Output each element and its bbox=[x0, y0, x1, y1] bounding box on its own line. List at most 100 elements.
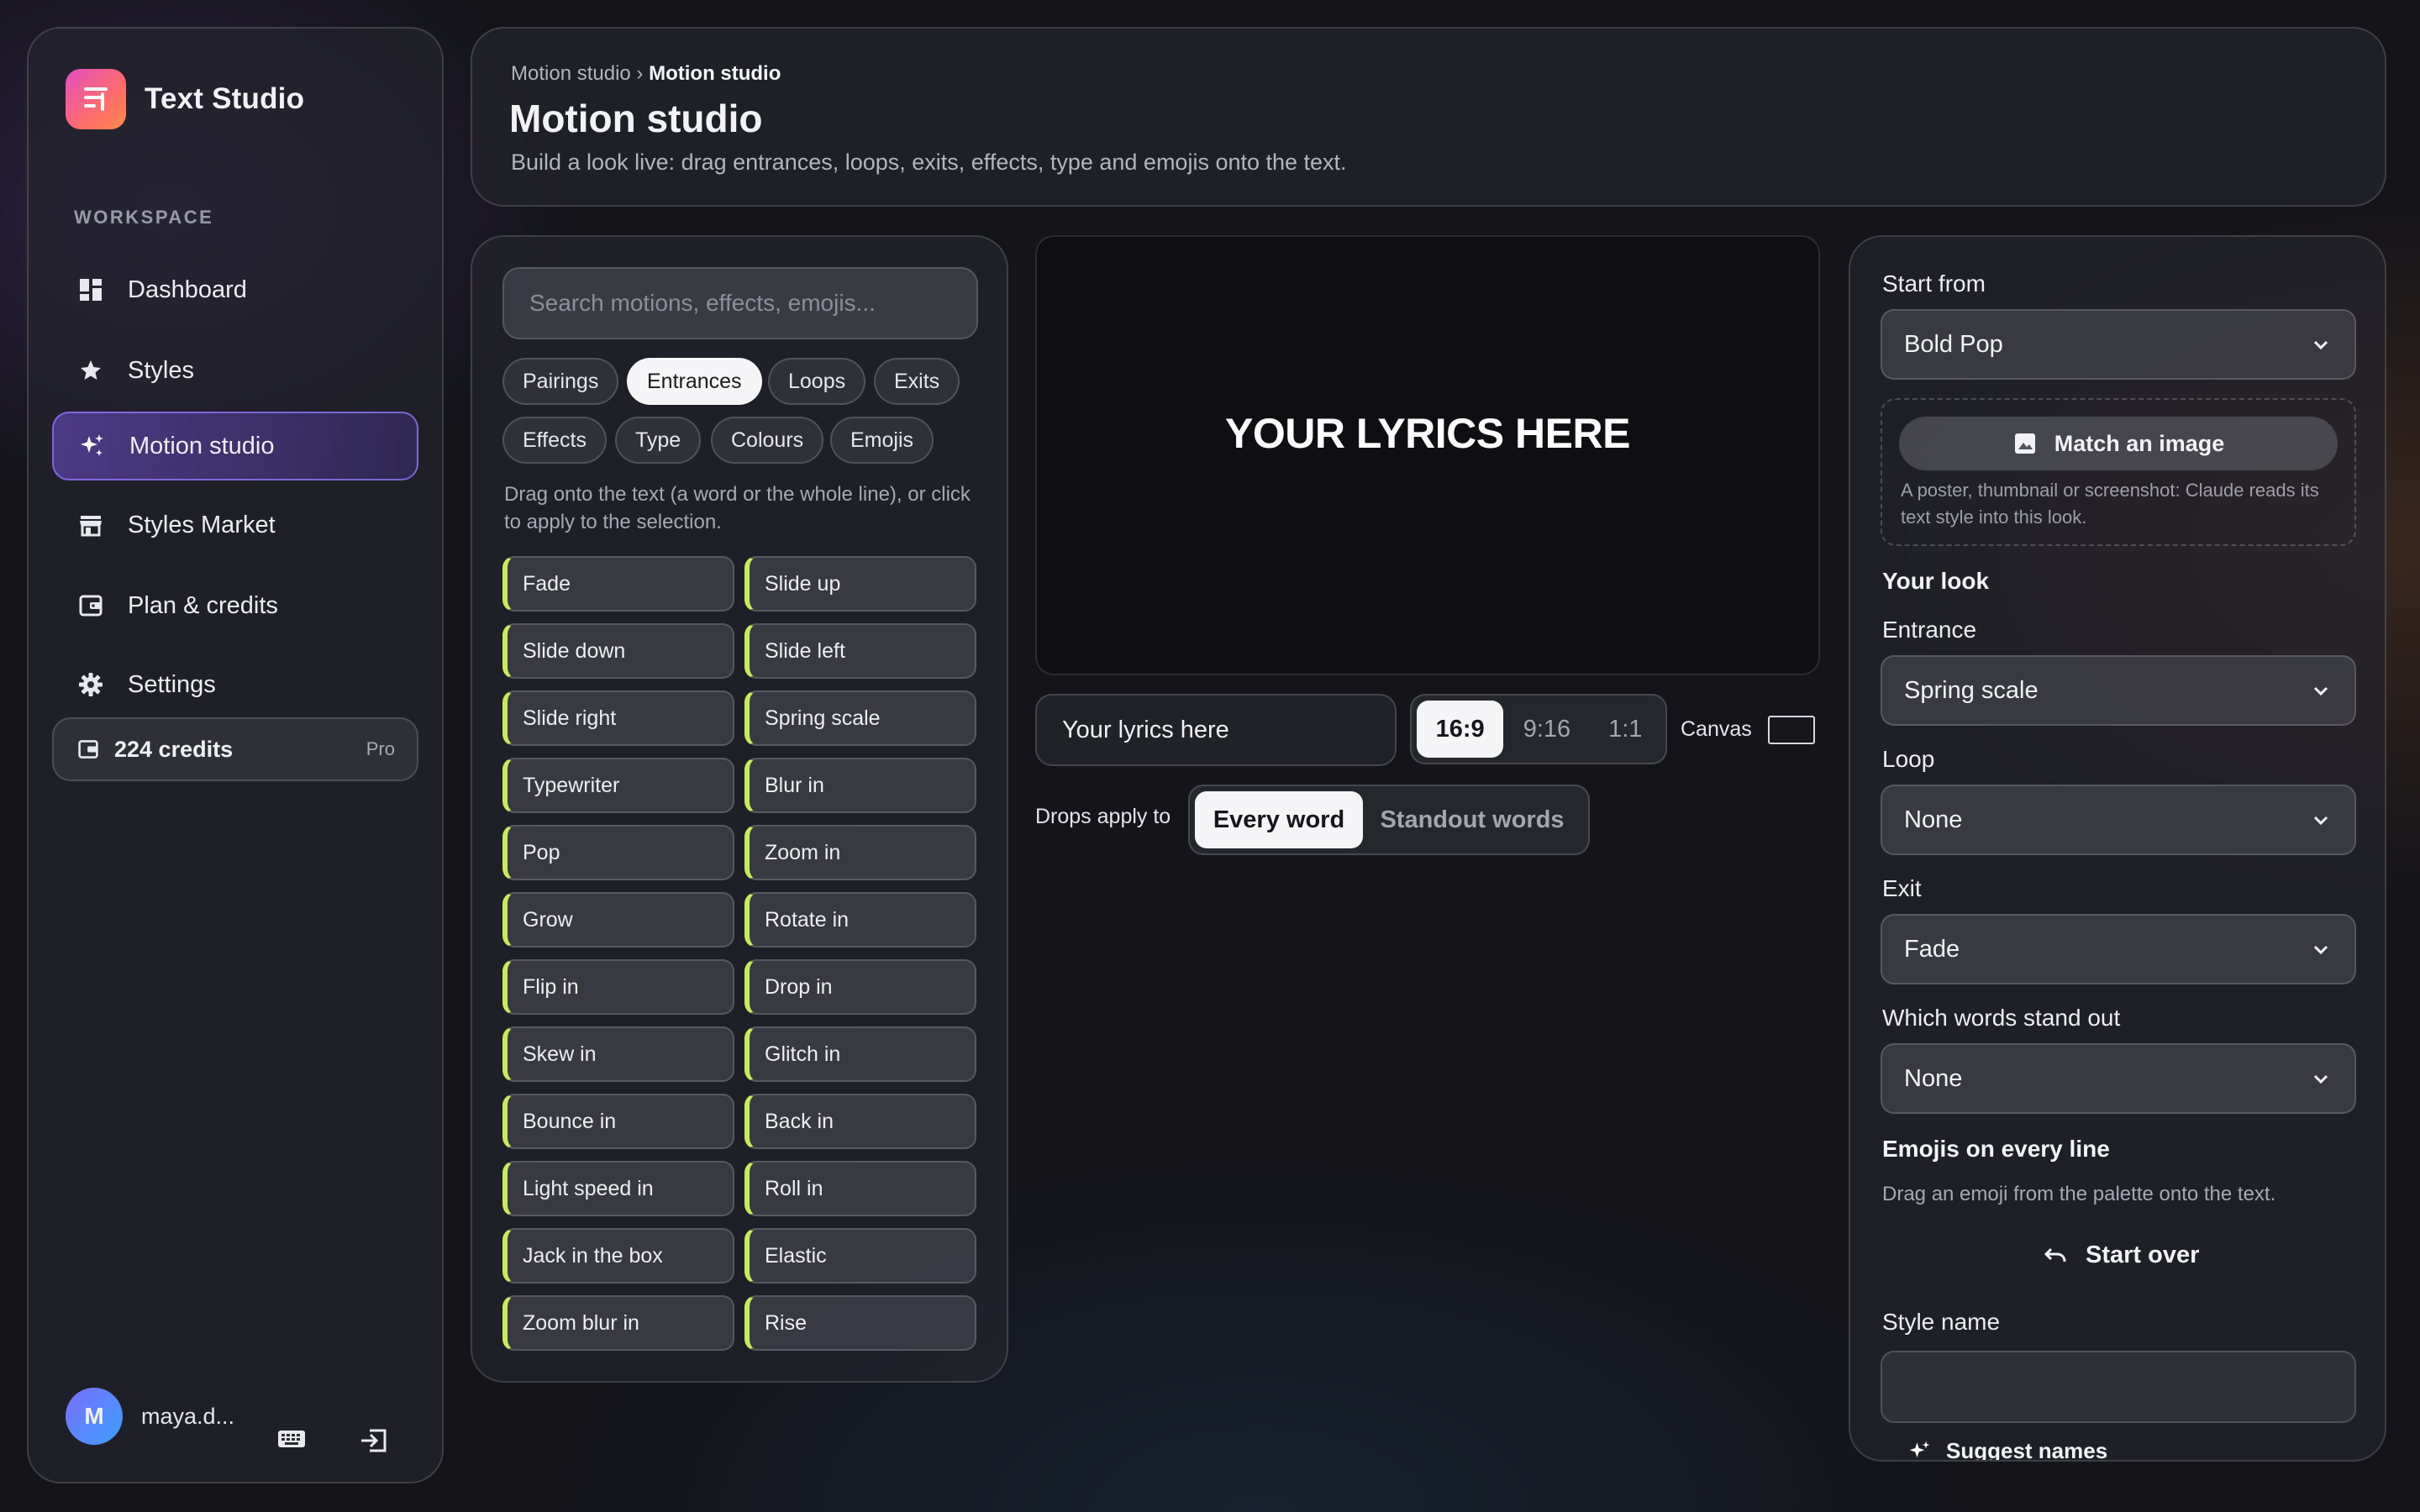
ratio-1-1-button[interactable]: 1:1 bbox=[1591, 701, 1660, 758]
breadcrumb-current: Motion studio bbox=[649, 62, 781, 85]
canvas-color-label: Canvas bbox=[1681, 717, 1752, 741]
preview-canvas[interactable]: YOUR LYRICS HERE bbox=[1035, 235, 1820, 675]
motion-item[interactable]: Typewriter bbox=[502, 758, 734, 813]
entrance-select[interactable]: Spring scale bbox=[1881, 655, 2356, 726]
motion-item[interactable]: Slide right bbox=[502, 690, 734, 746]
exit-select[interactable]: Fade bbox=[1881, 914, 2356, 984]
motion-item[interactable]: Slide left bbox=[744, 623, 976, 679]
palette-hint: Drag onto the text (a word or the whole … bbox=[504, 483, 971, 533]
sidebar-item-styles-market[interactable]: Styles Market bbox=[52, 491, 418, 559]
motion-item[interactable]: Grow bbox=[502, 892, 734, 948]
sidebar-item-motion-studio[interactable]: Motion studio bbox=[52, 412, 418, 480]
suggest-names-button[interactable]: Suggest names bbox=[1907, 1438, 2108, 1462]
entrance-label: Entrance bbox=[1882, 617, 1977, 643]
breadcrumb-parent[interactable]: Motion studio bbox=[511, 62, 631, 85]
start-from-select[interactable]: Bold Pop bbox=[1881, 309, 2356, 380]
sparkle-icon bbox=[1907, 1439, 1933, 1461]
exit-label: Exit bbox=[1882, 875, 1922, 901]
motion-palette: Pairings Entrances Loops Exits Effects T… bbox=[471, 235, 1008, 1383]
motion-item[interactable]: Rise bbox=[744, 1295, 976, 1351]
motion-item[interactable]: Blur in bbox=[744, 758, 976, 813]
undo-icon bbox=[2044, 1246, 2067, 1266]
standout-select[interactable]: None bbox=[1881, 1043, 2356, 1114]
sidebar-item-label: Motion studio bbox=[129, 432, 275, 459]
ratio-9-16-button[interactable]: 9:16 bbox=[1503, 701, 1590, 758]
plan-tier-badge: Pro bbox=[366, 738, 395, 759]
emojis-note: Drag an emoji from the palette onto the … bbox=[1882, 1183, 2276, 1205]
chevron-down-icon bbox=[2311, 680, 2331, 708]
loop-select[interactable]: None bbox=[1881, 785, 2356, 855]
start-from-value: Bold Pop bbox=[1904, 330, 2003, 358]
lyrics-input[interactable] bbox=[1035, 694, 1397, 766]
tab-exits[interactable]: Exits bbox=[874, 358, 960, 405]
motion-item[interactable]: Elastic bbox=[744, 1228, 976, 1284]
sidebar-item-plan-credits[interactable]: Plan & credits bbox=[52, 571, 418, 640]
motion-item[interactable]: Rotate in bbox=[744, 892, 976, 948]
motion-item[interactable]: Back in bbox=[744, 1094, 976, 1149]
tab-entrances[interactable]: Entrances bbox=[627, 358, 762, 405]
motion-item[interactable]: Jack in the box bbox=[502, 1228, 734, 1284]
suggest-names-label: Suggest names bbox=[1946, 1438, 2108, 1462]
start-over-button[interactable]: Start over bbox=[2044, 1242, 2199, 1269]
motion-item[interactable]: Zoom in bbox=[744, 825, 976, 880]
credits-count: 224 credits bbox=[114, 736, 234, 762]
motion-item[interactable]: Drop in bbox=[744, 959, 976, 1015]
exit-value: Fade bbox=[1904, 935, 1960, 963]
credits-badge[interactable]: 224 credits Pro bbox=[52, 717, 418, 781]
tab-pairings[interactable]: Pairings bbox=[502, 358, 619, 405]
start-over-label: Start over bbox=[2086, 1242, 2200, 1268]
text-studio-logo-icon bbox=[66, 69, 126, 129]
motion-item[interactable]: Zoom blur in bbox=[502, 1295, 734, 1351]
store-icon bbox=[76, 510, 106, 540]
page-title: Motion studio bbox=[509, 97, 763, 140]
loop-value: None bbox=[1904, 806, 1963, 833]
preview-lyrics-text[interactable]: YOUR LYRICS HERE bbox=[1225, 409, 1630, 458]
style-name-input[interactable] bbox=[1881, 1351, 2356, 1423]
standout-label: Which words stand out bbox=[1882, 1005, 2121, 1031]
ratio-16-9-button[interactable]: 16:9 bbox=[1417, 701, 1504, 758]
match-image-note: A poster, thumbnail or screenshot: Claud… bbox=[1901, 480, 2319, 528]
motion-item[interactable]: Glitch in bbox=[744, 1026, 976, 1082]
tab-emojis[interactable]: Emojis bbox=[830, 417, 934, 464]
sidebar-item-dashboard[interactable]: Dashboard bbox=[52, 255, 418, 324]
standout-value: None bbox=[1904, 1064, 1963, 1092]
tab-effects[interactable]: Effects bbox=[502, 417, 607, 464]
standout-words-button[interactable]: Standout words bbox=[1363, 791, 1581, 848]
motion-item[interactable]: Slide down bbox=[502, 623, 734, 679]
motion-item[interactable]: Pop bbox=[502, 825, 734, 880]
tab-colours[interactable]: Colours bbox=[711, 417, 824, 464]
match-image-label: Match an image bbox=[2054, 430, 2225, 456]
motion-item[interactable]: Flip in bbox=[502, 959, 734, 1015]
sparkle-icon bbox=[77, 431, 108, 461]
image-icon bbox=[2012, 431, 2038, 456]
motion-item[interactable]: Bounce in bbox=[502, 1094, 734, 1149]
motion-item[interactable]: Slide up bbox=[744, 556, 976, 612]
page-header: Motion studio › Motion studio Motion stu… bbox=[471, 27, 2386, 207]
motion-item[interactable]: Fade bbox=[502, 556, 734, 612]
chevron-down-icon bbox=[2311, 1068, 2331, 1096]
sidebar-item-settings[interactable]: Settings bbox=[52, 650, 418, 719]
sidebar-item-styles[interactable]: Styles bbox=[52, 336, 418, 405]
tab-loops[interactable]: Loops bbox=[768, 358, 866, 405]
search-input[interactable] bbox=[502, 267, 978, 339]
motion-item[interactable]: Skew in bbox=[502, 1026, 734, 1082]
match-image-button[interactable]: Match an image bbox=[1899, 417, 2338, 470]
canvas-color-swatch[interactable] bbox=[1768, 716, 1815, 744]
brand[interactable]: Text Studio bbox=[66, 69, 304, 129]
look-panel: Start from Bold Pop Match an image A pos… bbox=[1849, 235, 2386, 1462]
every-word-button[interactable]: Every word bbox=[1195, 791, 1363, 848]
motion-item[interactable]: Roll in bbox=[744, 1161, 976, 1216]
style-name-label: Style name bbox=[1882, 1309, 2001, 1335]
avatar: M bbox=[66, 1388, 123, 1445]
wallet-icon bbox=[77, 738, 99, 760]
motion-item[interactable]: Light speed in bbox=[502, 1161, 734, 1216]
gear-icon bbox=[76, 669, 106, 700]
sidebar: Text Studio WORKSPACE Dashboard Styles M… bbox=[27, 27, 444, 1483]
motion-item[interactable]: Spring scale bbox=[744, 690, 976, 746]
user-profile[interactable]: M maya.d... bbox=[66, 1388, 234, 1445]
chevron-down-icon bbox=[2311, 810, 2331, 837]
tab-type[interactable]: Type bbox=[615, 417, 702, 464]
sign-out-icon[interactable] bbox=[360, 1428, 388, 1457]
keyboard-shortcuts-icon[interactable] bbox=[277, 1428, 306, 1454]
sidebar-item-label: Styles Market bbox=[128, 511, 276, 538]
